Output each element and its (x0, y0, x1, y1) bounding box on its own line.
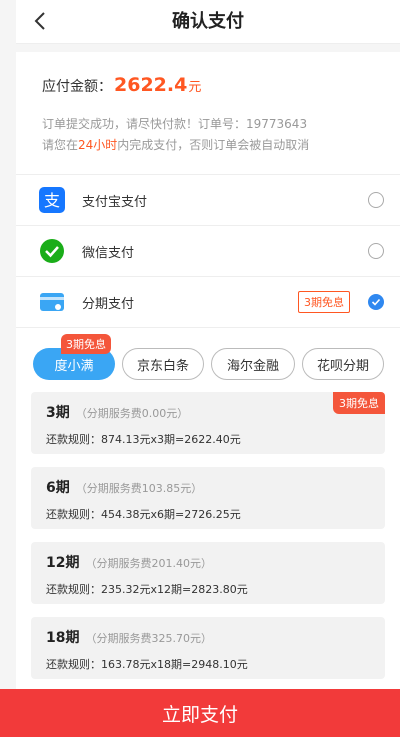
plan-header: 3期 （分期服务费0.00元） (46, 402, 370, 422)
installment-card-icon (38, 288, 66, 316)
payment-option-alipay[interactable]: 支 支付宝支付 (16, 175, 400, 226)
divider (16, 44, 400, 52)
plan-3-periods[interactable]: 3期免息 3期 （分期服务费0.00元） 还款规则：874.13元x3期=262… (31, 392, 385, 454)
plan-rule: 还款规则：163.78元x18期=2948.10元 (46, 658, 248, 671)
tab-promo-badge: 3期免息 (61, 334, 111, 354)
plan-rule: 还款规则：454.38元x6期=2726.25元 (46, 508, 241, 521)
plan-rule: 还款规则：874.13元x3期=2622.40元 (46, 433, 241, 446)
notice-line-2: 请您在24小时内完成支付，否则订单会被自动取消 (42, 135, 374, 156)
plan-fee: （分期服务费0.00元） (75, 407, 189, 420)
plan-rule: 还款规则：235.32元x12期=2823.80元 (46, 583, 248, 596)
plan-12-periods[interactable]: 12期 （分期服务费201.40元） 还款规则：235.32元x12期=2823… (31, 542, 385, 604)
amount-line: 应付金额： 2622.4 元 (42, 74, 374, 96)
radio-alipay[interactable] (368, 192, 384, 208)
plan-period: 18期 (46, 630, 80, 646)
pay-now-button[interactable]: 立即支付 (0, 689, 400, 737)
plan-period: 6期 (46, 480, 70, 496)
tab-huabei[interactable]: 花呗分期 (302, 348, 384, 380)
payment-option-label: 分期支付 (82, 296, 135, 312)
amount-unit: 元 (188, 80, 202, 95)
order-notice: 订单提交成功，请尽快付款！订单号：19773643 请您在24小时内完成支付，否… (42, 114, 374, 156)
radio-installment-checked[interactable] (368, 294, 384, 310)
plan-header: 6期 （分期服务费103.85元） (46, 477, 370, 497)
wechat-pay-icon (38, 237, 66, 265)
alipay-icon: 支 (38, 186, 66, 214)
plan-header: 12期 （分期服务费201.40元） (46, 552, 370, 572)
amount-label: 应付金额： (42, 79, 112, 95)
payment-option-label: 支付宝支付 (82, 194, 148, 210)
plan-period: 3期 (46, 405, 70, 421)
plan-fee: （分期服务费325.70元） (85, 632, 212, 645)
installment-provider-tabs: 3期免息 度小满 京东白条 海尔金融 花呗分期 (16, 328, 400, 380)
notice-deadline: 24小时 (78, 138, 118, 152)
plan-period: 12期 (46, 555, 80, 571)
payment-option-installment[interactable]: 分期支付 3期免息 (16, 277, 400, 328)
plan-6-periods[interactable]: 6期 （分期服务费103.85元） 还款规则：454.38元x6期=2726.2… (31, 467, 385, 529)
tab-haier-finance[interactable]: 海尔金融 (211, 348, 295, 380)
radio-wechat[interactable] (368, 243, 384, 259)
tab-jd-baitiao[interactable]: 京东白条 (122, 348, 204, 380)
amount-section: 应付金额： 2622.4 元 订单提交成功，请尽快付款！订单号：19773643… (16, 52, 400, 175)
page-title: 确认支付 (172, 11, 244, 32)
payment-page: 确认支付 应付金额： 2622.4 元 订单提交成功，请尽快付款！订单号：197… (16, 0, 400, 737)
plan-fee: （分期服务费201.40元） (85, 557, 212, 570)
installment-plan-list: 3期免息 3期 （分期服务费0.00元） 还款规则：874.13元x3期=262… (16, 380, 400, 679)
checkmark-icon (371, 298, 381, 306)
payment-option-label: 微信支付 (82, 245, 135, 261)
payment-option-wechat[interactable]: 微信支付 (16, 226, 400, 277)
svg-text:支: 支 (44, 191, 60, 210)
plan-18-periods[interactable]: 18期 （分期服务费325.70元） 还款规则：163.78元x18期=2948… (31, 617, 385, 679)
interest-free-badge: 3期免息 (298, 291, 350, 313)
amount-value: 2622.4 (114, 74, 188, 96)
notice-line-2-post: 内完成支付，否则订单会被自动取消 (117, 138, 310, 152)
plan-fee: （分期服务费103.85元） (75, 482, 203, 495)
back-arrow-icon[interactable] (30, 10, 52, 32)
notice-line-2-pre: 请您在 (42, 138, 79, 152)
header: 确认支付 (16, 0, 400, 44)
plan-header: 18期 （分期服务费325.70元） (46, 627, 370, 647)
plan-interest-free-badge: 3期免息 (333, 392, 385, 414)
notice-line-1: 订单提交成功，请尽快付款！订单号：19773643 (42, 117, 308, 131)
